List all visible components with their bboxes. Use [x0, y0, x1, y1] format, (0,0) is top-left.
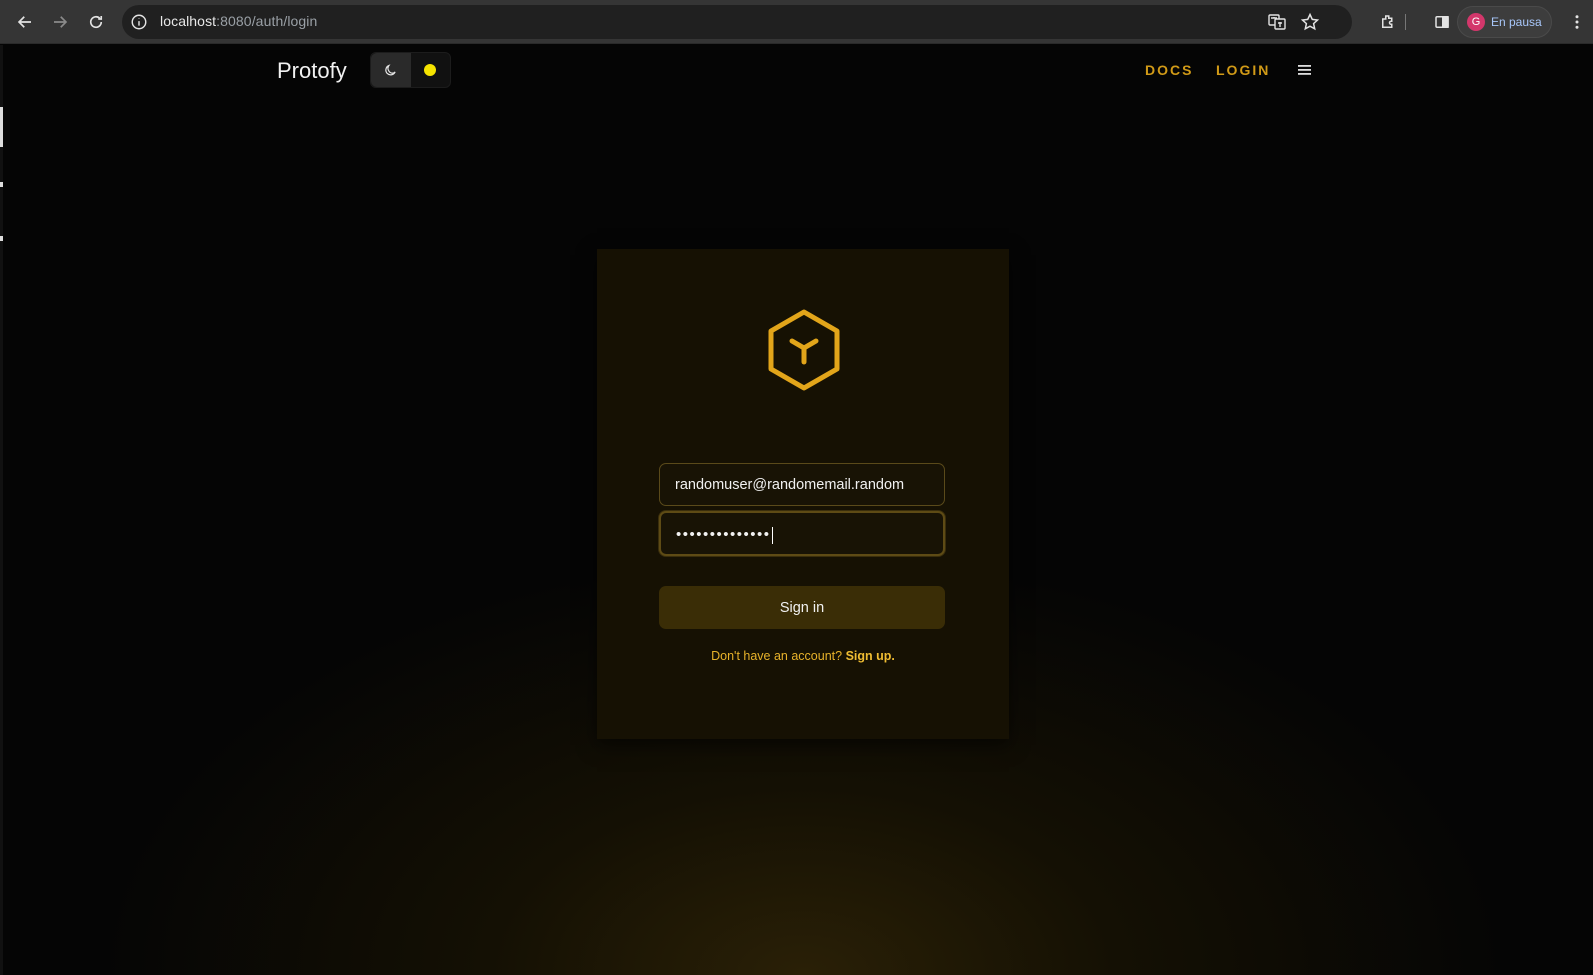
menu-icon[interactable]	[1297, 63, 1313, 77]
signup-prompt-row: Don't have an account? Sign up.	[597, 649, 1009, 663]
translate-icon[interactable]	[1267, 12, 1287, 32]
profile-status: En pausa	[1491, 15, 1542, 29]
nav-login-link[interactable]: LOGIN	[1216, 62, 1270, 78]
login-card: •••••••••••••• Sign in Don't have an acc…	[597, 249, 1009, 739]
address-bar[interactable]: localhost:8080/auth/login	[122, 5, 1352, 39]
signup-prompt-text: Don't have an account?	[711, 649, 843, 663]
yellow-theme-dot	[424, 64, 437, 76]
sign-in-button[interactable]: Sign in	[659, 586, 945, 629]
theme-toggle[interactable]	[370, 52, 451, 88]
back-arrow-icon[interactable]	[13, 10, 37, 34]
email-field[interactable]	[659, 463, 945, 506]
toolbar-separator	[1405, 14, 1406, 30]
side-panel-icon[interactable]	[1430, 10, 1454, 34]
nav-docs-link[interactable]: DOCS	[1145, 62, 1193, 78]
page-viewport: Protofy DOCS LOGIN •••••••••••••• Sign i…	[3, 45, 1593, 975]
color-theme-button[interactable]	[411, 53, 451, 87]
star-icon[interactable]	[1300, 12, 1320, 32]
signup-link[interactable]: Sign up.	[846, 649, 895, 663]
site-info-icon[interactable]	[130, 13, 148, 31]
avatar: G	[1467, 13, 1485, 31]
password-value: ••••••••••••••	[676, 526, 773, 544]
profile-button[interactable]: G En pausa	[1457, 6, 1552, 38]
url-text: localhost:8080/auth/login	[160, 13, 318, 29]
moon-icon	[385, 64, 396, 76]
forward-arrow-icon[interactable]	[48, 10, 72, 34]
more-vert-icon[interactable]	[1565, 10, 1589, 34]
protofy-logo-icon	[768, 309, 840, 391]
reload-icon[interactable]	[84, 10, 108, 34]
dark-mode-button[interactable]	[371, 53, 411, 87]
extensions-icon[interactable]	[1376, 10, 1400, 34]
brand-title[interactable]: Protofy	[277, 58, 347, 84]
browser-toolbar: localhost:8080/auth/login G En pausa	[0, 0, 1593, 44]
